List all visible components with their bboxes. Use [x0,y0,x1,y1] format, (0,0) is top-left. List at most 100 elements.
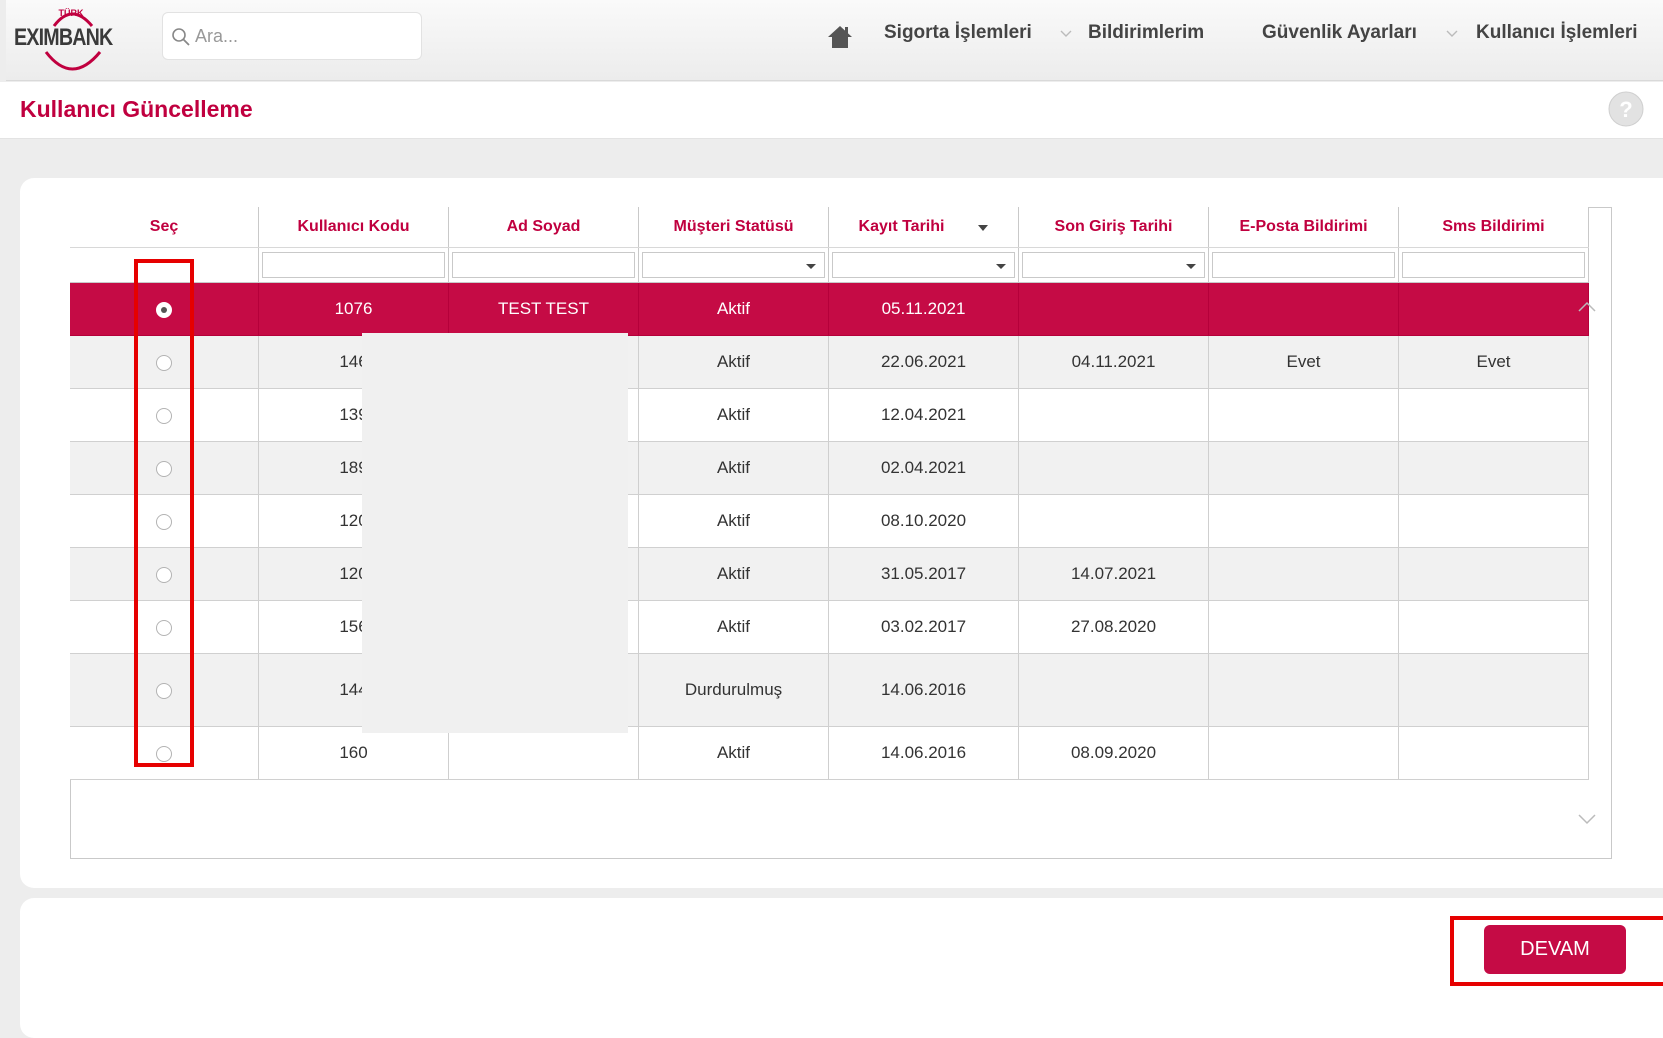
cell-statu: Aktif [638,494,829,548]
nav-sigorta-islemleri[interactable]: Sigorta İşlemleri [884,22,1032,44]
cell-sms [1398,494,1589,548]
table-row[interactable]: 144 Durdurulmuş 14.06.2016 [70,653,1589,727]
cell-sms [1398,600,1589,654]
table-row[interactable]: 160 Aktif 14.06.2016 08.09.2020 [70,726,1589,780]
help-icon[interactable]: ? [1607,90,1645,128]
filter-input-sms-bildirimi[interactable] [1402,252,1585,278]
table-row[interactable]: 189 Aktif 02.04.2021 [70,441,1589,495]
filter-select-son-giris-tarihi[interactable] [1022,252,1205,278]
column-header-eposta-bildirimi[interactable]: E-Posta Bildirimi [1208,207,1399,248]
page-header: Kullanıcı Güncelleme ? [0,82,1663,139]
cell-sms [1398,726,1589,780]
search-box[interactable] [162,12,422,60]
cell-sms [1398,547,1589,601]
sort-desc-icon[interactable] [978,225,989,231]
cell-eposta [1208,653,1399,727]
cell-son: 27.08.2020 [1018,600,1209,654]
cell-statu: Aktif [638,335,829,389]
highlight-devam-button [1450,916,1663,986]
cell-kayit: 05.11.2021 [828,282,1019,336]
filter-input-kullanici-kodu[interactable] [262,252,445,278]
dropdown-arrow-icon [806,264,816,269]
dropdown-arrow-icon [996,264,1006,269]
cell-sms: Evet [1398,335,1589,389]
cell-son [1018,282,1209,336]
cell-son [1018,441,1209,495]
cell-eposta [1208,494,1399,548]
filter-input-eposta-bildirimi[interactable] [1212,252,1395,278]
column-header-sms-bildirimi[interactable]: Sms Bildirimi [1398,207,1589,248]
highlight-selection-column [134,259,194,767]
filter-cell [828,247,1019,283]
column-header-ad-soyad[interactable]: Ad Soyad [448,207,639,248]
table-row[interactable]: 146 Aktif 22.06.2021 04.11.2021 Evet Evet [70,335,1589,389]
column-header-kayit-tarihi[interactable]: Kayıt Tarihi [828,207,1019,248]
cell-sms [1398,282,1589,336]
cell-kayit: 14.06.2016 [828,653,1019,727]
table-row[interactable]: 156 Aktif 03.02.2017 27.08.2020 [70,600,1589,654]
filter-select-kayit-tarihi[interactable] [832,252,1015,278]
cell-kayit: 14.06.2016 [828,726,1019,780]
cell-sms [1398,441,1589,495]
redacted-area [362,333,628,733]
cell-kod: 1076 [258,282,449,336]
column-header-kullanici-kodu[interactable]: Kullanıcı Kodu [258,207,449,248]
cell-son: 14.07.2021 [1018,547,1209,601]
table-row[interactable]: 139 Aktif 12.04.2021 [70,388,1589,442]
cell-kayit: 12.04.2021 [828,388,1019,442]
page-title: Kullanıcı Güncelleme [20,96,253,122]
filter-cell [638,247,829,283]
cell-sms [1398,388,1589,442]
nav-kullanici-islemleri[interactable]: Kullanıcı İşlemleri [1476,22,1638,44]
cell-kayit: 03.02.2017 [828,600,1019,654]
cell-statu: Durdurulmuş [638,653,829,727]
cell-son [1018,388,1209,442]
cell-statu: Aktif [638,388,829,442]
filter-cell [448,247,639,283]
action-panel [20,898,1663,1038]
cell-statu: Aktif [638,547,829,601]
column-header-son-giris-tarihi[interactable]: Son Giriş Tarihi [1018,207,1209,248]
cell-kayit: 22.06.2021 [828,335,1019,389]
cell-ad: TEST TEST [448,282,639,336]
cell-son [1018,653,1209,727]
cell-eposta: Evet [1208,335,1399,389]
column-header-sec[interactable]: Seç [70,207,259,248]
cell-kayit: 31.05.2017 [828,547,1019,601]
filter-cell [1398,247,1589,283]
scroll-down-icon[interactable] [1577,814,1597,826]
filter-cell [1018,247,1209,283]
search-input[interactable] [193,21,417,51]
table-row[interactable]: 120 Aktif 31.05.2017 14.07.2021 [70,547,1589,601]
table-row[interactable]: 120 Aktif 08.10.2020 [70,494,1589,548]
cell-kayit: 08.10.2020 [828,494,1019,548]
cell-statu: Aktif [638,726,829,780]
cell-statu: Aktif [638,600,829,654]
cell-eposta [1208,547,1399,601]
cell-son: 04.11.2021 [1018,335,1209,389]
nav-guvenlik-ayarlari[interactable]: Güvenlik Ayarları [1262,22,1417,44]
cell-eposta [1208,600,1399,654]
cell-son [1018,494,1209,548]
column-header-musteri-statusu[interactable]: Müşteri Statüsü [638,207,829,248]
nav-bildirimlerim[interactable]: Bildirimlerim [1088,22,1204,44]
logo-turk-text: TÜRK [58,8,84,18]
home-icon[interactable] [826,24,854,50]
scroll-up-icon[interactable] [1577,300,1597,312]
filter-cell [258,247,449,283]
user-table: Seç Kullanıcı Kodu Ad Soyad Müşteri Stat… [70,207,1589,780]
chevron-down-icon[interactable] [1446,30,1458,38]
logo-wordmark: EXIMBANK [14,24,113,51]
chevron-down-icon[interactable] [1060,30,1072,38]
cell-kayit: 02.04.2021 [828,441,1019,495]
filter-input-ad-soyad[interactable] [452,252,635,278]
cell-statu: Aktif [638,441,829,495]
table-row[interactable]: 1076 TEST TEST Aktif 05.11.2021 [70,282,1589,336]
cell-ad [448,726,639,780]
cell-eposta [1208,282,1399,336]
filter-select-musteri-statusu[interactable] [642,252,825,278]
cell-eposta [1208,726,1399,780]
eximbank-logo[interactable]: TÜRK EXIMBANK [14,4,130,76]
dropdown-arrow-icon [1186,264,1196,269]
cell-eposta [1208,441,1399,495]
